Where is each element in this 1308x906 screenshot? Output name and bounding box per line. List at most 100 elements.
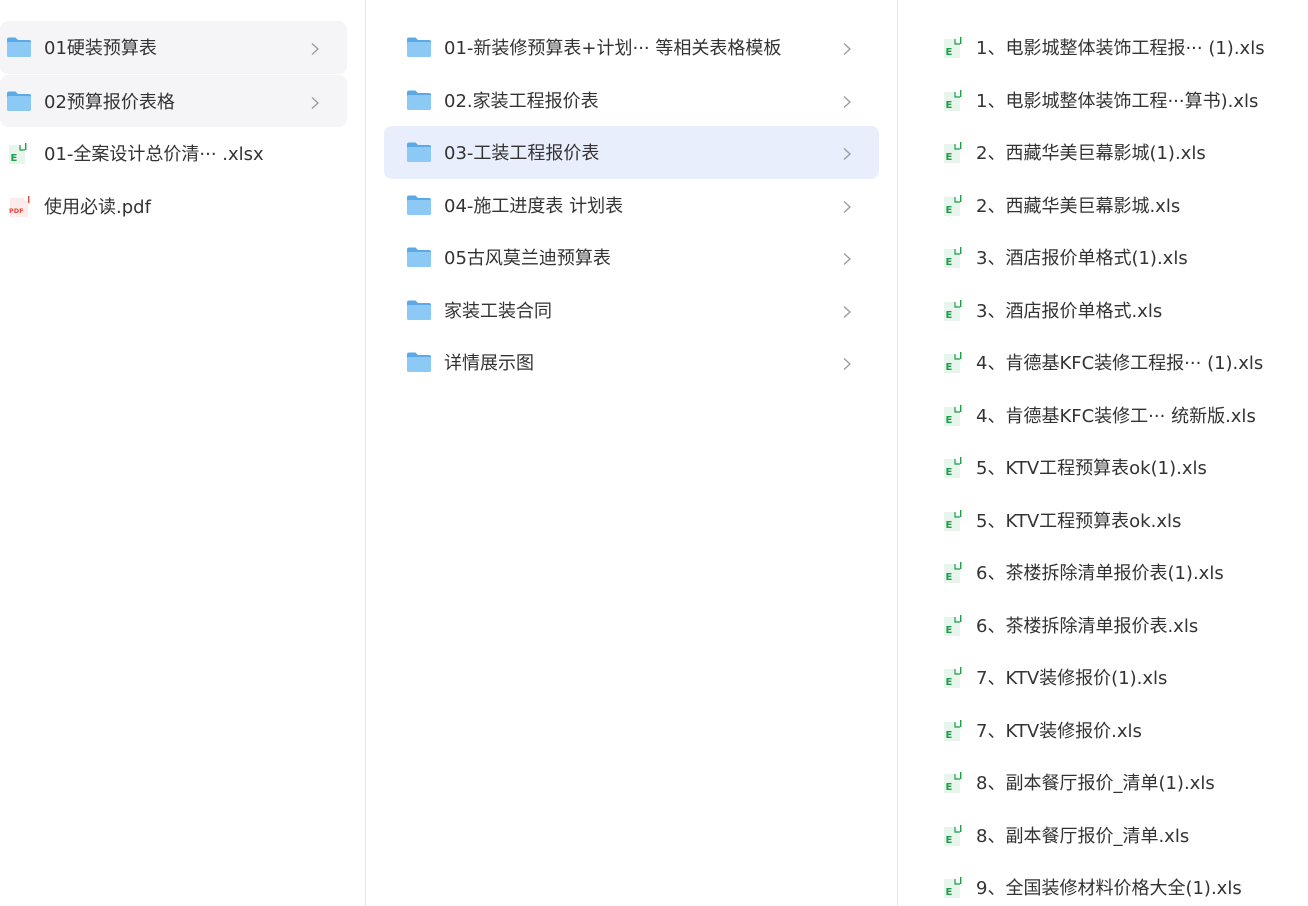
item-label: 8、副本餐厅报价_清单.xls [976, 825, 1190, 847]
item-label: 1、电影城整体装饰工程报··· (1).xls [976, 38, 1265, 60]
item-label: 01-全案设计总价清··· .xlsx [44, 144, 264, 166]
folder-item[interactable]: 03-工装工程报价表 [384, 126, 879, 179]
folder-item[interactable]: 02.家装工程报价表 [384, 74, 879, 127]
file-item[interactable]: E 6、茶楼拆除清单报价表.xls [898, 599, 1308, 652]
svg-text:E: E [946, 100, 953, 111]
svg-text:E: E [946, 677, 953, 688]
file-item[interactable]: E 1、电影城整体装饰工程报··· (1).xls [898, 21, 1308, 74]
chevron-right-icon [841, 355, 853, 371]
file-item[interactable]: E 6、茶楼拆除清单报价表(1).xls [898, 546, 1308, 599]
item-label: 5、KTV工程预算表ok.xls [976, 510, 1182, 532]
excel-file-icon: E [941, 876, 963, 899]
folder-icon [6, 90, 32, 112]
column-1[interactable]: 01硬装预算表 02预算报价表格 E 01-全案设计总价清··· .xlsx PDF 使用… [0, 0, 366, 906]
item-label: 7、KTV装修报价(1).xls [976, 668, 1168, 690]
item-label: 4、肯德基KFC装修工··· 统新版.xls [976, 405, 1256, 427]
item-label: 2、西藏华美巨幕影城.xls [976, 195, 1181, 217]
folder-icon [406, 194, 432, 216]
column-3[interactable]: E 1、电影城整体装饰工程报··· (1).xls E 1、电影城整体装饰工程···算… [898, 0, 1308, 906]
svg-text:E: E [946, 730, 953, 741]
file-item[interactable]: E 2、西藏华美巨幕影城.xls [898, 179, 1308, 232]
column-2-list: 01-新装修预算表+计划··· 等相关表格模板 02.家装工程报价表 03-工装工程… [384, 21, 879, 389]
excel-file-icon: E [941, 824, 963, 846]
svg-text:E: E [946, 47, 953, 58]
svg-text:E: E [946, 520, 953, 531]
svg-text:E: E [11, 153, 18, 164]
file-item[interactable]: E 4、肯德基KFC装修工··· 统新版.xls [898, 389, 1308, 442]
file-item[interactable]: E 1、电影城整体装饰工程···算书).xls [898, 74, 1308, 127]
file-item[interactable]: E 3、酒店报价单格式(1).xls [898, 231, 1308, 284]
file-item[interactable]: E 9、全国装修材料价格大全(1).xls [898, 861, 1308, 906]
item-label: 8、副本餐厅报价_清单(1).xls [976, 773, 1215, 795]
file-item[interactable]: E 3、酒店报价单格式.xls [898, 284, 1308, 337]
excel-file-icon: E [941, 561, 963, 584]
folder-icon [406, 351, 432, 373]
folder-icon [406, 246, 432, 268]
folder-item[interactable]: 04-施工进度表 计划表 [384, 179, 879, 232]
folder-item[interactable]: 详情展示图 [384, 336, 879, 389]
svg-text:E: E [946, 205, 953, 216]
chevron-right-icon [309, 40, 321, 56]
file-item[interactable]: E 8、副本餐厅报价_清单.xls [898, 809, 1308, 862]
file-item[interactable]: E 4、肯德基KFC装修工程报··· (1).xls [898, 336, 1308, 389]
chevron-right-icon [841, 198, 853, 213]
excel-file-icon: E [941, 194, 963, 216]
item-label: 1、电影城整体装饰工程···算书).xls [976, 90, 1259, 112]
item-label: 6、茶楼拆除清单报价表.xls [976, 615, 1199, 637]
item-label: 4、肯德基KFC装修工程报··· (1).xls [976, 353, 1264, 375]
svg-text:E: E [946, 572, 953, 583]
chevron-right-icon [841, 303, 853, 318]
item-label: 02预算报价表格 [44, 91, 175, 113]
excel-file-icon: E [941, 456, 963, 479]
item-label: 05古风莫兰迪预算表 [444, 248, 611, 270]
folder-item[interactable]: 家装工装合同 [384, 284, 879, 337]
file-item[interactable]: E 7、KTV装修报价.xls [898, 704, 1308, 757]
file-item[interactable]: E 8、副本餐厅报价_清单(1).xls [898, 756, 1308, 809]
excel-file-icon: E [941, 246, 963, 269]
excel-file-icon: E [941, 36, 963, 59]
chevron-right-icon [841, 93, 853, 108]
item-label: 3、酒店报价单格式(1).xls [976, 248, 1188, 270]
file-item[interactable]: E 5、KTV工程预算表ok.xls [898, 494, 1308, 547]
file-item[interactable]: E 2、西藏华美巨幕影城(1).xls [898, 126, 1308, 179]
item-label: 9、全国装修材料价格大全(1).xls [976, 878, 1242, 900]
column-1-list: 01硬装预算表 02预算报价表格 E 01-全案设计总价清··· .xlsx PDF 使用… [0, 21, 347, 232]
item-label: 家装工装合同 [444, 300, 552, 322]
excel-file-icon: E [941, 719, 963, 741]
svg-text:E: E [946, 625, 953, 636]
chevron-right-icon [841, 40, 853, 56]
svg-text:E: E [946, 887, 953, 898]
svg-text:PDF: PDF [9, 207, 24, 215]
svg-text:E: E [946, 310, 953, 321]
column-file-browser: 01硬装预算表 02预算报价表格 E 01-全案设计总价清··· .xlsx PDF 使用… [0, 0, 1308, 906]
svg-text:E: E [946, 782, 953, 793]
chevron-right-icon [841, 250, 853, 266]
item-label: 03-工装工程报价表 [444, 143, 600, 165]
pdf-file-icon: PDF [6, 195, 32, 217]
excel-file-icon: E [6, 142, 32, 165]
file-item[interactable]: E 01-全案设计总价清··· .xlsx [0, 127, 347, 180]
item-label: 7、KTV装修报价.xls [976, 720, 1142, 742]
svg-text:E: E [946, 467, 953, 478]
excel-file-icon: E [941, 509, 963, 531]
folder-icon [406, 36, 432, 58]
column-2[interactable]: 01-新装修预算表+计划··· 等相关表格模板 02.家装工程报价表 03-工装工程… [366, 0, 898, 906]
chevron-right-icon [841, 145, 853, 161]
folder-icon [6, 36, 32, 58]
file-item[interactable]: PDF 使用必读.pdf [0, 180, 347, 233]
item-label: 02.家装工程报价表 [444, 90, 599, 112]
folder-item[interactable]: 01-新装修预算表+计划··· 等相关表格模板 [384, 21, 879, 74]
excel-file-icon: E [941, 404, 963, 426]
excel-file-icon: E [941, 666, 963, 689]
folder-icon [406, 89, 432, 111]
folder-item[interactable]: 05古风莫兰迪预算表 [384, 231, 879, 284]
item-label: 3、酒店报价单格式.xls [976, 300, 1163, 322]
file-item[interactable]: E 7、KTV装修报价(1).xls [898, 651, 1308, 704]
item-label: 6、茶楼拆除清单报价表(1).xls [976, 563, 1224, 585]
item-label: 01-新装修预算表+计划··· 等相关表格模板 [444, 38, 782, 60]
item-label: 01硬装预算表 [44, 38, 157, 60]
folder-item[interactable]: 02预算报价表格 [0, 74, 347, 127]
file-item[interactable]: E 5、KTV工程预算表ok(1).xls [898, 441, 1308, 494]
folder-item[interactable]: 01硬装预算表 [0, 21, 347, 74]
svg-text:E: E [946, 835, 953, 846]
